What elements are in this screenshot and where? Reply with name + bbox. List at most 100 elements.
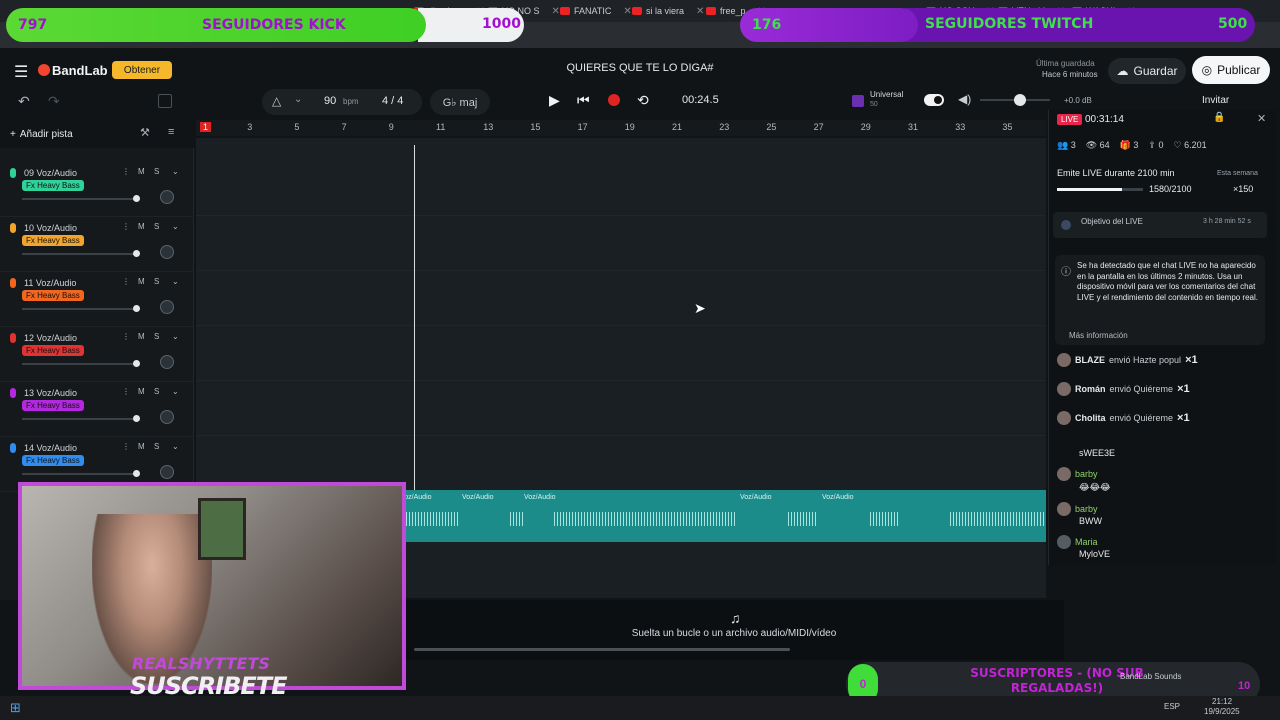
time-signature[interactable]: 4 / 4 bbox=[382, 95, 403, 107]
playhead[interactable] bbox=[414, 145, 415, 495]
track-volume-slider[interactable] bbox=[22, 308, 134, 310]
chevron-down-icon[interactable]: ⌄ bbox=[172, 277, 179, 286]
pan-knob[interactable] bbox=[160, 300, 174, 314]
solo-button[interactable]: S bbox=[154, 167, 159, 176]
track-row[interactable]: 11 Voz/Audio Fx Heavy Bass ⋮ M S ⌄ bbox=[0, 272, 194, 327]
pan-knob[interactable] bbox=[160, 190, 174, 204]
fx-badge[interactable]: Fx Heavy Bass bbox=[22, 180, 84, 191]
mute-button[interactable]: M bbox=[138, 387, 145, 396]
track-lane[interactable] bbox=[196, 382, 1046, 436]
live-objective[interactable]: Objetivo del LIVE 3 h 28 min 52 s bbox=[1053, 212, 1267, 238]
fx-badge[interactable]: Fx Heavy Bass bbox=[22, 400, 84, 411]
track-row[interactable]: 09 Voz/Audio Fx Heavy Bass ⋮ M S ⌄ bbox=[0, 162, 194, 217]
mute-button[interactable]: M bbox=[138, 277, 145, 286]
more-icon[interactable]: ⋮ bbox=[122, 332, 130, 341]
more-icon[interactable]: ⋮ bbox=[122, 387, 130, 396]
track-volume-thumb[interactable] bbox=[133, 360, 140, 367]
track-lane[interactable] bbox=[196, 272, 1046, 326]
track-volume-thumb[interactable] bbox=[133, 305, 140, 312]
mute-button[interactable]: M bbox=[138, 167, 145, 176]
solo-button[interactable]: S bbox=[154, 387, 159, 396]
app-header: ☰ BandLab Obtener QUIERES QUE TE LO DIGA… bbox=[0, 50, 1280, 90]
fx-badge[interactable]: Fx Heavy Bass bbox=[22, 290, 84, 301]
key-selector[interactable]: G♭ maj bbox=[430, 89, 490, 115]
bpm-value[interactable]: 90 bbox=[324, 95, 336, 107]
track-volume-slider[interactable] bbox=[22, 473, 134, 475]
mixer-icon[interactable]: ≡ bbox=[168, 126, 174, 138]
windows-taskbar: ⊞ ESP 21:12 19/9/2025 bbox=[0, 696, 1280, 720]
track-row[interactable]: 12 Voz/Audio Fx Heavy Bass ⋮ M S ⌄ bbox=[0, 327, 194, 382]
track-name: 11 Voz/Audio bbox=[24, 278, 77, 288]
chevron-down-icon[interactable]: ⌄ bbox=[172, 332, 179, 341]
preset-toggle[interactable] bbox=[924, 94, 944, 106]
add-track-button[interactable]: + Añadir pista bbox=[10, 124, 73, 144]
fx-badge[interactable]: Fx Heavy Bass bbox=[22, 455, 84, 466]
chevron-down-icon[interactable]: ⌄ bbox=[172, 222, 179, 231]
solo-button[interactable]: S bbox=[154, 442, 159, 451]
track-row[interactable]: 13 Voz/Audio Fx Heavy Bass ⋮ M S ⌄ bbox=[0, 382, 194, 437]
track-volume-slider[interactable] bbox=[22, 253, 134, 255]
more-info-link[interactable]: Más información bbox=[1069, 331, 1128, 340]
chevron-down-icon[interactable]: ⌄ bbox=[172, 387, 179, 396]
track-lane[interactable] bbox=[196, 162, 1046, 216]
solo-button[interactable]: S bbox=[154, 332, 159, 341]
more-icon[interactable]: ⋮ bbox=[122, 222, 130, 231]
drop-zone[interactable]: ♫ Suelta un bucle o un archivo audio/MID… bbox=[404, 600, 1064, 660]
track-volume-slider[interactable] bbox=[22, 363, 134, 365]
audio-clip[interactable]: Voz/Audio Voz/Audio Voz/Audio Voz/Audio … bbox=[400, 490, 1046, 542]
close-icon[interactable]: ✕ bbox=[1257, 112, 1266, 125]
play-icon[interactable]: ▶ bbox=[549, 92, 560, 109]
wand-icon[interactable]: ⚒ bbox=[140, 126, 150, 139]
more-icon[interactable]: ⋮ bbox=[122, 277, 130, 286]
redo-icon[interactable]: ↷ bbox=[48, 93, 60, 110]
tab-title: free_p bbox=[720, 6, 746, 16]
track-volume-slider[interactable] bbox=[22, 418, 134, 420]
chevron-down-icon[interactable]: ⌄ bbox=[294, 94, 302, 105]
fx-badge[interactable]: Fx Heavy Bass bbox=[22, 235, 84, 246]
track-volume-slider[interactable] bbox=[22, 198, 134, 200]
preset-name[interactable]: Universal bbox=[870, 90, 903, 99]
track-lane[interactable] bbox=[196, 217, 1046, 271]
invite-button[interactable]: Invitar bbox=[1202, 95, 1229, 106]
timeline-ruler[interactable]: 1 3 5 7 9 11 13 15 17 19 21 23 25 27 29 31 33 35 bbox=[196, 120, 1046, 136]
track-lane[interactable] bbox=[196, 327, 1046, 381]
fx-badge[interactable]: Fx Heavy Bass bbox=[22, 345, 84, 356]
windows-start-icon[interactable]: ⊞ bbox=[10, 700, 21, 716]
save-button[interactable]: ☁ Guardar bbox=[1108, 58, 1186, 84]
ruler-tick: 1 bbox=[200, 122, 212, 132]
skip-back-icon[interactable]: ⏮ bbox=[577, 92, 590, 109]
panel-toggle-icon[interactable] bbox=[158, 94, 172, 108]
pan-knob[interactable] bbox=[160, 245, 174, 259]
track-volume-thumb[interactable] bbox=[133, 470, 140, 477]
browser-tab[interactable]: si la viera ✕ bbox=[626, 2, 710, 20]
chevron-down-icon[interactable]: ⌄ bbox=[172, 167, 179, 176]
record-icon[interactable] bbox=[608, 94, 620, 106]
loop-icon[interactable]: ⟲ bbox=[637, 92, 649, 109]
chevron-down-icon[interactable]: ⌄ bbox=[172, 442, 179, 451]
master-volume-thumb[interactable] bbox=[1014, 94, 1026, 106]
horizontal-scrollbar[interactable] bbox=[414, 648, 790, 651]
track-volume-thumb[interactable] bbox=[133, 415, 140, 422]
mute-button[interactable]: M bbox=[138, 222, 145, 231]
pan-knob[interactable] bbox=[160, 465, 174, 479]
publish-button[interactable]: ◎ Publicar bbox=[1192, 56, 1270, 84]
solo-button[interactable]: S bbox=[154, 277, 159, 286]
track-volume-thumb[interactable] bbox=[133, 250, 140, 257]
more-icon[interactable]: ⋮ bbox=[122, 442, 130, 451]
speaker-icon[interactable]: ◀) bbox=[958, 92, 971, 106]
metronome-icon[interactable]: △ bbox=[272, 94, 281, 108]
live-goal-count: 1580/2100 bbox=[1149, 184, 1192, 194]
drop-hint: Suelta un bucle o un archivo audio/MIDI/… bbox=[631, 628, 837, 639]
track-row[interactable]: 10 Voz/Audio Fx Heavy Bass ⋮ M S ⌄ bbox=[0, 217, 194, 272]
track-volume-thumb[interactable] bbox=[133, 195, 140, 202]
mute-button[interactable]: M bbox=[138, 442, 145, 451]
pan-knob[interactable] bbox=[160, 355, 174, 369]
preset-icon[interactable] bbox=[852, 95, 864, 107]
pan-knob[interactable] bbox=[160, 410, 174, 424]
more-icon[interactable]: ⋮ bbox=[122, 167, 130, 176]
lock-icon[interactable]: 🔒 bbox=[1213, 112, 1225, 123]
mute-button[interactable]: M bbox=[138, 332, 145, 341]
solo-button[interactable]: S bbox=[154, 222, 159, 231]
ruler-tick: 7 bbox=[341, 122, 347, 132]
undo-icon[interactable]: ↶ bbox=[18, 93, 30, 110]
